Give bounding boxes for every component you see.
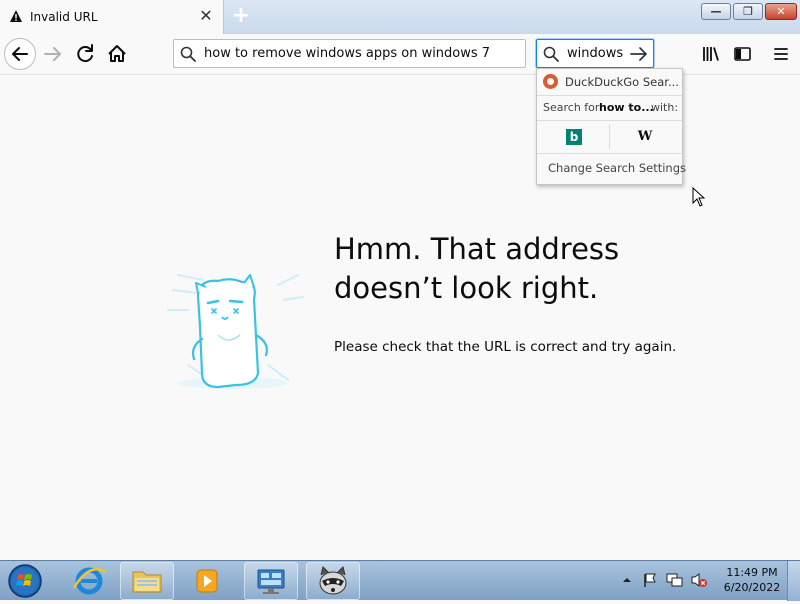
action-center-flag-icon[interactable]	[642, 572, 658, 588]
tab-strip: Invalid URL ✕ + — ❐ ✕	[0, 0, 800, 34]
change-search-settings-label: Change Search Settings	[548, 161, 687, 175]
default-engine-row[interactable]: DuckDuckGo Sear...	[537, 69, 682, 96]
media-player-icon	[196, 569, 218, 593]
sidebar-icon	[734, 47, 751, 61]
error-title: Hmm. That address doesn’t look right.	[334, 232, 620, 305]
clock[interactable]: 11:49 PM 6/20/2022	[718, 565, 786, 595]
reload-icon	[77, 44, 93, 63]
change-search-settings-button[interactable]: Change Search Settings	[537, 154, 686, 184]
url-bar[interactable]	[173, 39, 526, 68]
search-icon	[180, 46, 196, 62]
engine-name: DuckDuckGo Sear...	[565, 75, 679, 89]
taskbar-internet-explorer[interactable]	[62, 562, 116, 600]
folder-icon	[132, 571, 162, 593]
volume-muted-icon[interactable]	[690, 572, 708, 588]
taskbar: 11:49 PM 6/20/2022	[0, 560, 800, 601]
wikipedia-icon[interactable]: W	[635, 129, 655, 145]
search-bar[interactable]	[536, 39, 654, 68]
divider	[609, 125, 610, 149]
one-off-engines-row: b W	[537, 121, 682, 154]
maximize-button[interactable]: ❐	[733, 3, 763, 20]
taskbar-firefox-window[interactable]	[306, 562, 360, 600]
clock-date: 6/20/2022	[723, 581, 781, 594]
maximize-icon: ❐	[743, 5, 753, 18]
clock-time: 11:49 PM	[726, 566, 778, 579]
error-message: Please check that the URL is correct and…	[334, 339, 677, 355]
show-desktop-button[interactable]	[787, 561, 800, 601]
network-icon[interactable]	[666, 572, 684, 588]
back-arrow-icon	[12, 47, 28, 61]
library-icon	[703, 47, 719, 61]
library-button[interactable]	[695, 38, 727, 70]
forward-arrow-icon	[44, 47, 61, 61]
minimize-icon: —	[710, 5, 722, 18]
search-suggestions-popup: DuckDuckGo Sear... Search for how to... …	[536, 68, 686, 185]
remote-desktop-icon	[257, 569, 285, 594]
search-for-query: how to...	[599, 101, 654, 114]
close-icon: ✕	[776, 5, 786, 18]
mouse-cursor-icon	[692, 187, 706, 207]
taskbar-media-player[interactable]	[180, 562, 234, 600]
menu-button[interactable]	[765, 38, 797, 70]
search-for-prefix: Search for	[543, 101, 600, 114]
url-input[interactable]	[204, 43, 519, 64]
confused-raccoon-illustration	[167, 274, 304, 389]
reload-button[interactable]	[70, 38, 102, 70]
internet-explorer-icon	[72, 567, 107, 595]
tab-close-icon[interactable]: ✕	[198, 8, 214, 24]
home-button[interactable]	[101, 38, 133, 70]
sidebar-button[interactable]	[726, 38, 758, 70]
new-tab-button[interactable]: +	[230, 5, 252, 27]
system-tray: 11:49 PM 6/20/2022	[618, 561, 800, 601]
duckduckgo-icon	[543, 74, 558, 89]
home-icon	[108, 45, 126, 62]
go-arrow-icon[interactable]	[630, 45, 648, 63]
search-icon	[543, 46, 559, 62]
show-hidden-icons-icon[interactable]	[622, 575, 632, 585]
close-window-button[interactable]: ✕	[765, 3, 797, 20]
minimize-button[interactable]: —	[701, 3, 731, 20]
back-button[interactable]	[4, 38, 36, 70]
forward-button[interactable]	[37, 38, 69, 70]
bing-icon[interactable]: b	[566, 129, 582, 145]
warning-icon	[10, 10, 22, 22]
search-for-row: Search for how to... with:	[537, 96, 682, 121]
tab-invalid-url[interactable]: Invalid URL ✕	[0, 0, 224, 34]
start-orb-icon[interactable]	[5, 562, 45, 600]
search-input[interactable]	[567, 43, 627, 64]
tab-title: Invalid URL	[30, 10, 98, 24]
taskbar-file-explorer[interactable]	[120, 562, 174, 600]
raccoon-app-icon	[319, 566, 347, 595]
search-for-suffix: with:	[651, 101, 679, 114]
hamburger-menu-icon	[774, 48, 788, 60]
taskbar-remote-desktop[interactable]	[244, 562, 298, 600]
